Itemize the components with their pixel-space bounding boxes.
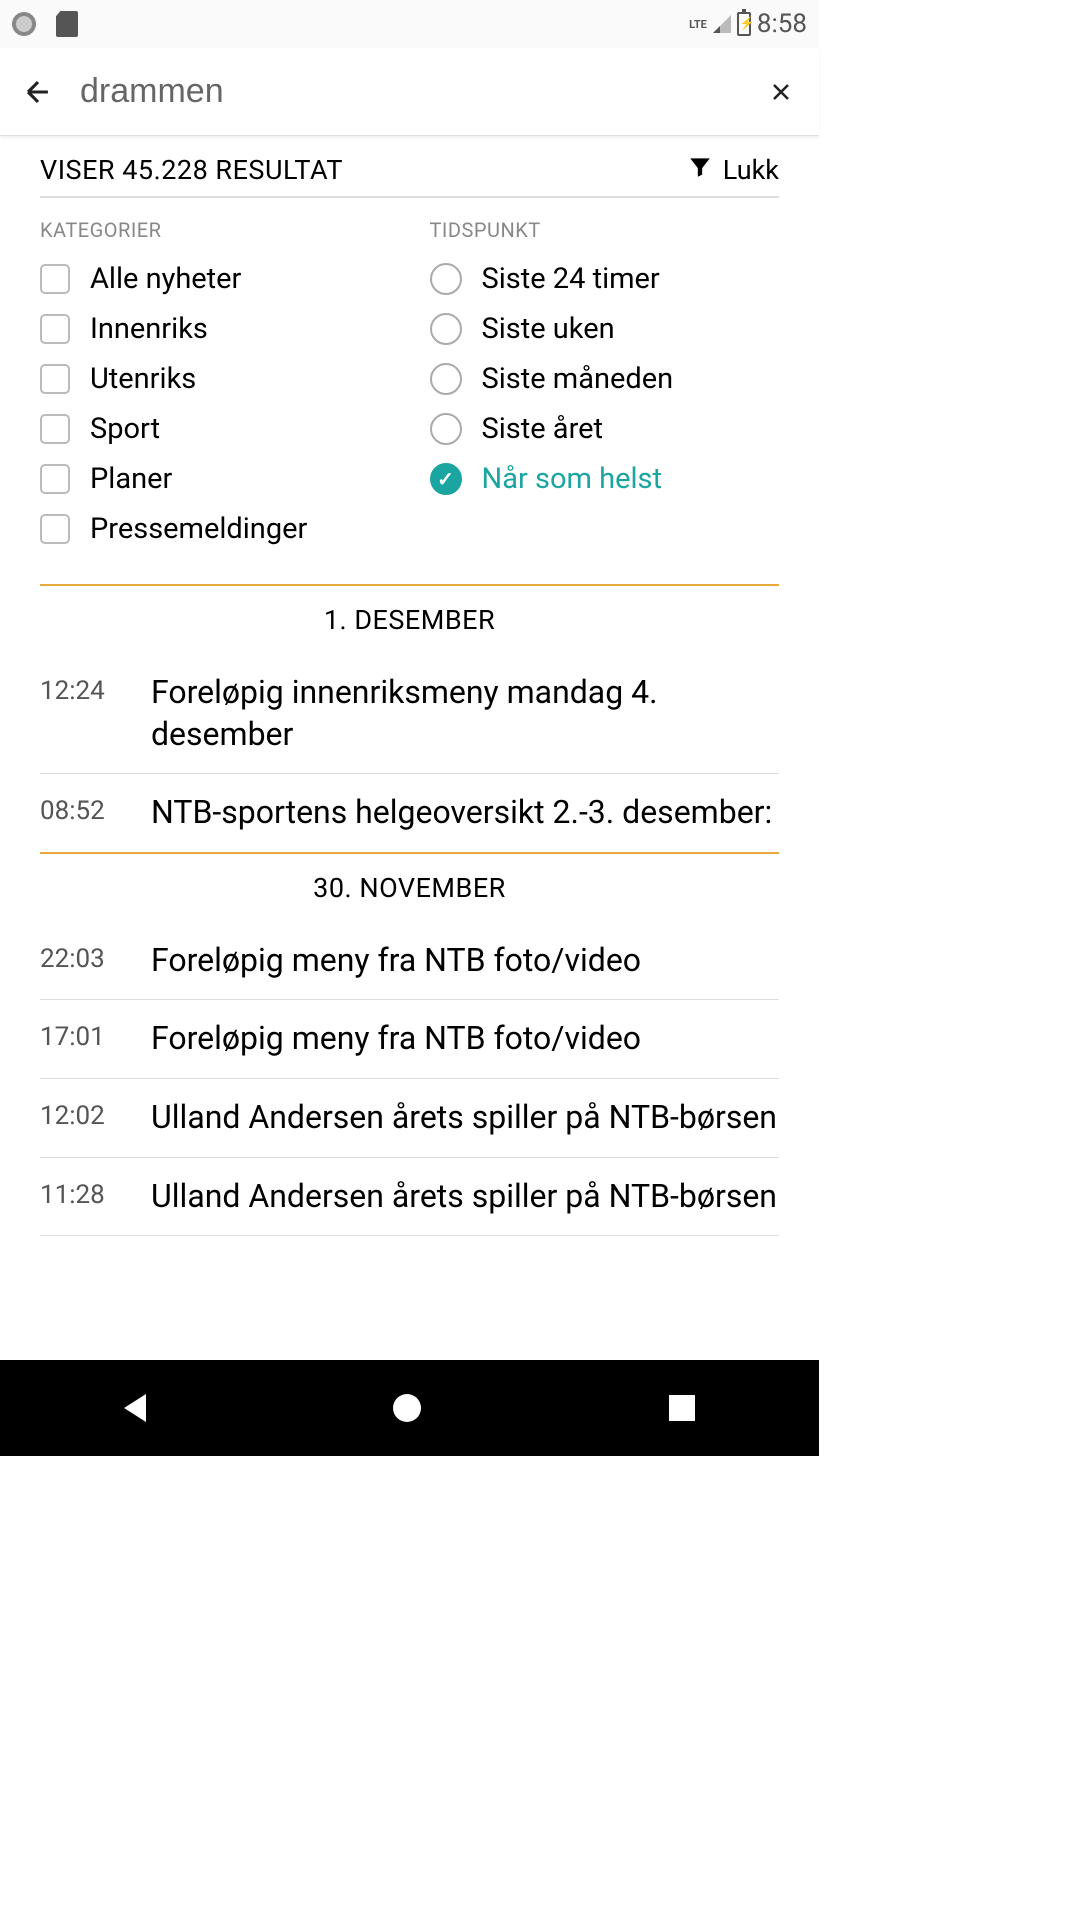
radio-icon <box>430 263 462 295</box>
radio-icon <box>430 363 462 395</box>
category-label: Sport <box>90 412 160 446</box>
result-time: 12:02 <box>40 1097 115 1131</box>
category-innenriks[interactable]: Innenriks <box>40 304 390 354</box>
checkbox-icon <box>40 514 70 544</box>
filter-toggle[interactable]: Lukk <box>687 154 779 186</box>
date-section-header: 30. NOVEMBER <box>0 854 819 922</box>
time-month[interactable]: Siste måneden <box>430 354 780 404</box>
result-time: 12:24 <box>40 672 115 706</box>
radio-icon <box>430 413 462 445</box>
clear-search-icon[interactable] <box>763 78 799 106</box>
radio-selected-icon <box>430 463 462 495</box>
time-option-label: Siste måneden <box>482 362 674 396</box>
radio-icon <box>430 313 462 345</box>
category-utenriks[interactable]: Utenriks <box>40 354 390 404</box>
time-24h[interactable]: Siste 24 timer <box>430 254 780 304</box>
status-bar: LTE ⚡ 8:58 <box>0 0 819 48</box>
results-count: VISER 45.228 RESULTAT <box>40 154 343 186</box>
categories-label: KATEGORIER <box>40 218 390 242</box>
result-title: Foreløpig meny fra NTB foto/video <box>151 940 641 982</box>
result-item[interactable]: 11:28 Ulland Andersen årets spiller på N… <box>40 1158 779 1237</box>
nav-home-icon[interactable] <box>393 1394 421 1422</box>
result-title: Foreløpig innenriksmeny mandag 4. desemb… <box>151 672 779 755</box>
search-bar <box>0 48 819 136</box>
time-year[interactable]: Siste året <box>430 404 780 454</box>
result-time: 11:28 <box>40 1176 115 1210</box>
category-all-news[interactable]: Alle nyheter <box>40 254 390 304</box>
category-planer[interactable]: Planer <box>40 454 390 504</box>
categories-column: KATEGORIER Alle nyheter Innenriks Utenri… <box>40 218 390 554</box>
time-anytime[interactable]: Når som helst <box>430 454 780 504</box>
back-arrow-icon[interactable] <box>20 75 56 109</box>
search-input[interactable] <box>80 72 739 111</box>
filter-panel: KATEGORIER Alle nyheter Innenriks Utenri… <box>0 198 819 584</box>
checkbox-icon <box>40 414 70 444</box>
result-title: NTB-sportens helgeoversikt 2.-3. desembe… <box>151 792 772 834</box>
category-label: Utenriks <box>90 362 196 396</box>
result-time: 17:01 <box>40 1018 115 1052</box>
category-sport[interactable]: Sport <box>40 404 390 454</box>
result-item[interactable]: 17:01 Foreløpig meny fra NTB foto/video <box>40 1000 779 1079</box>
result-title: Ulland Andersen årets spiller på NTB-bør… <box>151 1176 777 1218</box>
result-item[interactable]: 22:03 Foreløpig meny fra NTB foto/video <box>40 922 779 1001</box>
category-label: Alle nyheter <box>90 262 241 296</box>
result-item[interactable]: 12:02 Ulland Andersen årets spiller på N… <box>40 1079 779 1158</box>
time-week[interactable]: Siste uken <box>430 304 780 354</box>
category-label: Planer <box>90 462 172 496</box>
nav-recent-icon[interactable] <box>669 1395 695 1421</box>
filter-header: VISER 45.228 RESULTAT Lukk <box>0 136 819 196</box>
nav-back-icon[interactable] <box>124 1394 146 1422</box>
checkbox-icon <box>40 464 70 494</box>
category-label: Innenriks <box>90 312 208 346</box>
battery-charging-icon: ⚡ <box>737 12 751 36</box>
category-pressemeldinger[interactable]: Pressemeldinger <box>40 504 390 554</box>
checkbox-icon <box>40 314 70 344</box>
result-title: Foreløpig meny fra NTB foto/video <box>151 1018 641 1060</box>
time-option-label: Siste året <box>482 412 604 446</box>
checkbox-icon <box>40 264 70 294</box>
time-option-label: Siste uken <box>482 312 615 346</box>
result-time: 22:03 <box>40 940 115 974</box>
time-column: TIDSPUNKT Siste 24 timer Siste uken Sist… <box>430 218 780 554</box>
time-label: TIDSPUNKT <box>430 218 780 242</box>
result-time: 08:52 <box>40 792 115 826</box>
signal-icon <box>713 15 731 33</box>
result-title: Ulland Andersen årets spiller på NTB-bør… <box>151 1097 777 1139</box>
filter-icon <box>687 154 713 186</box>
category-label: Pressemeldinger <box>90 512 307 546</box>
status-time: 8:58 <box>757 9 807 39</box>
result-item[interactable]: 08:52 NTB-sportens helgeoversikt 2.-3. d… <box>40 774 779 852</box>
time-option-label: Siste 24 timer <box>482 262 660 296</box>
time-option-label: Når som helst <box>482 462 662 496</box>
sd-card-icon <box>56 11 78 37</box>
android-nav-bar <box>0 1360 819 1456</box>
status-notification-icon <box>12 12 36 36</box>
date-section-header: 1. DESEMBER <box>0 586 819 654</box>
checkbox-icon <box>40 364 70 394</box>
filter-toggle-label: Lukk <box>723 154 779 186</box>
lte-icon: LTE <box>689 18 707 31</box>
result-item[interactable]: 12:24 Foreløpig innenriksmeny mandag 4. … <box>40 654 779 774</box>
